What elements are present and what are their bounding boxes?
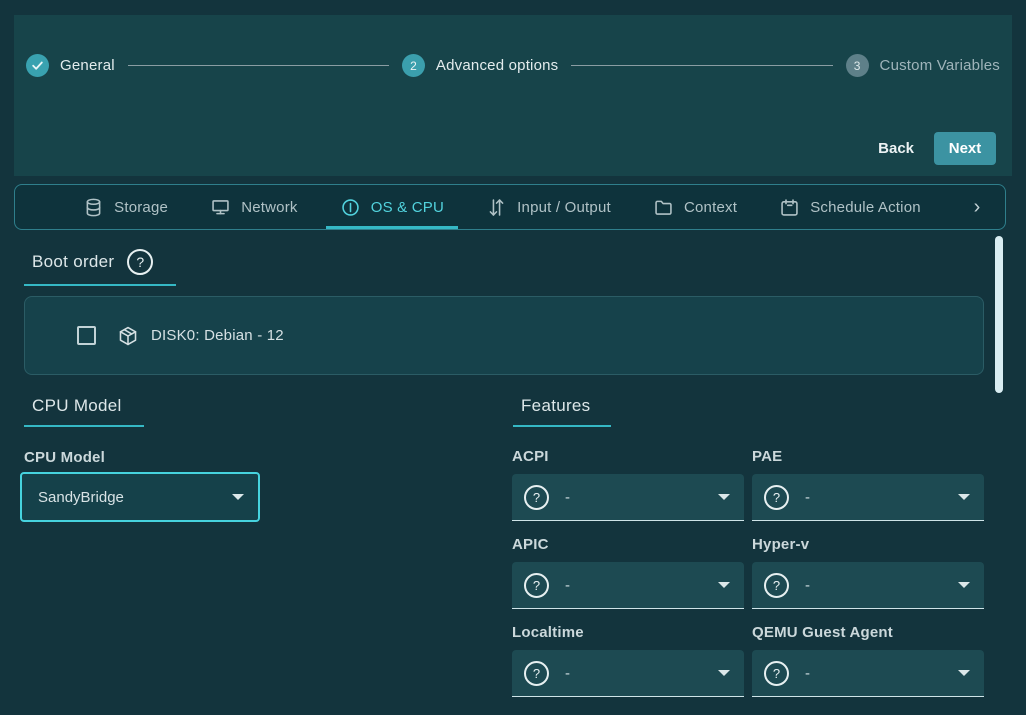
step-number: 3 [846, 54, 869, 77]
step-custom-variables[interactable]: 3 Custom Variables [846, 54, 1000, 77]
tab-context[interactable]: Context [639, 185, 751, 229]
feature-label: APIC [512, 537, 744, 553]
tab-label: Storage [114, 199, 168, 216]
storage-icon [83, 197, 104, 218]
tab-label: Schedule Action [810, 199, 921, 216]
chevron-right-icon: › [974, 196, 981, 219]
feature-pae: PAE ? - [752, 449, 984, 521]
help-icon[interactable]: ? [764, 485, 789, 510]
step-number: 2 [402, 54, 425, 77]
help-icon[interactable]: ? [524, 485, 549, 510]
step-label: General [60, 57, 115, 74]
help-icon[interactable]: ? [764, 573, 789, 598]
help-icon[interactable]: ? [764, 661, 789, 686]
boot-order-list: DISK0: Debian - 12 [24, 296, 984, 375]
network-icon [210, 197, 231, 218]
feature-hyperv-select[interactable]: ? - [752, 562, 984, 609]
feature-value: - [805, 577, 810, 594]
step-label: Custom Variables [880, 57, 1000, 74]
vm-update-wizard: General 2 Advanced options 3 Custom Vari… [0, 0, 1026, 715]
cpu-model-value: SandyBridge [38, 489, 124, 506]
package-icon [117, 325, 139, 347]
feature-localtime-select[interactable]: ? - [512, 650, 744, 697]
help-icon[interactable]: ? [127, 249, 153, 275]
feature-qemu-guest-agent-select[interactable]: ? - [752, 650, 984, 697]
feature-apic: APIC ? - [512, 537, 744, 609]
boot-item-checkbox[interactable] [77, 326, 96, 345]
chevron-down-icon [718, 582, 730, 588]
feature-value: - [565, 577, 570, 594]
feature-label: QEMU Guest Agent [752, 625, 984, 641]
tab-input-output[interactable]: Input / Output [472, 185, 625, 229]
wizard-header-panel: General 2 Advanced options 3 Custom Vari… [14, 15, 1012, 176]
boot-item-label[interactable]: DISK0: Debian - 12 [151, 327, 284, 344]
feature-label: Localtime [512, 625, 744, 641]
tab-schedule-action[interactable]: Schedule Action [765, 185, 935, 229]
stepper-connector [128, 65, 389, 66]
cpu-model-section-title: CPU Model [24, 396, 144, 427]
wizard-actions: Back Next [878, 132, 996, 165]
section-title-text: Features [521, 396, 591, 416]
feature-qemu-guest-agent: QEMU Guest Agent ? - [752, 625, 984, 697]
chevron-down-icon [958, 670, 970, 676]
feature-apic-select[interactable]: ? - [512, 562, 744, 609]
input-output-icon [486, 197, 507, 218]
chevron-down-icon [958, 582, 970, 588]
back-button[interactable]: Back [878, 140, 914, 157]
boot-order-section-title: Boot order ? [24, 249, 176, 286]
cpu-model-select[interactable]: SandyBridge [20, 472, 260, 522]
chevron-down-icon [958, 494, 970, 500]
step-advanced-options[interactable]: 2 Advanced options [402, 54, 558, 77]
features-section-title: Features [513, 396, 611, 427]
feature-hyperv: Hyper-v ? - [752, 537, 984, 609]
schedule-icon [779, 197, 800, 218]
feature-localtime: Localtime ? - [512, 625, 744, 697]
context-icon [653, 197, 674, 218]
tab-storage[interactable]: Storage [69, 185, 182, 229]
features-grid: ACPI ? - PAE ? - APIC ? - Hyper-v [512, 449, 984, 697]
tab-label: OS & CPU [371, 199, 444, 216]
feature-label: Hyper-v [752, 537, 984, 553]
tab-label: Input / Output [517, 199, 611, 216]
step-general[interactable]: General [26, 54, 115, 77]
feature-pae-select[interactable]: ? - [752, 474, 984, 521]
feature-value: - [565, 489, 570, 506]
section-title-text: CPU Model [32, 396, 122, 416]
scrollbar-thumb[interactable] [995, 236, 1003, 393]
section-tabbar: Storage Network OS & CPU [14, 184, 1006, 230]
feature-acpi: ACPI ? - [512, 449, 744, 521]
chevron-down-icon [232, 494, 244, 500]
feature-label: PAE [752, 449, 984, 465]
feature-value: - [805, 665, 810, 682]
step-label: Advanced options [436, 57, 558, 74]
next-button[interactable]: Next [934, 132, 996, 165]
chevron-down-icon [718, 494, 730, 500]
tab-label: Network [241, 199, 297, 216]
help-icon[interactable]: ? [524, 573, 549, 598]
check-icon [26, 54, 49, 77]
stepper-connector [571, 65, 832, 66]
feature-value: - [805, 489, 810, 506]
tabs-scroll-right-button[interactable]: › [949, 185, 1005, 229]
os-cpu-icon [340, 197, 361, 218]
tab-network[interactable]: Network [196, 185, 311, 229]
feature-value: - [565, 665, 570, 682]
tab-label: Context [684, 199, 737, 216]
cpu-model-field-label: CPU Model [24, 449, 105, 466]
wizard-stepper: General 2 Advanced options 3 Custom Vari… [14, 54, 1012, 77]
feature-label: ACPI [512, 449, 744, 465]
feature-acpi-select[interactable]: ? - [512, 474, 744, 521]
tabs: Storage Network OS & CPU [15, 185, 949, 229]
help-icon[interactable]: ? [524, 661, 549, 686]
chevron-down-icon [718, 670, 730, 676]
section-title-text: Boot order [32, 252, 114, 272]
tab-os-cpu[interactable]: OS & CPU [326, 185, 458, 229]
